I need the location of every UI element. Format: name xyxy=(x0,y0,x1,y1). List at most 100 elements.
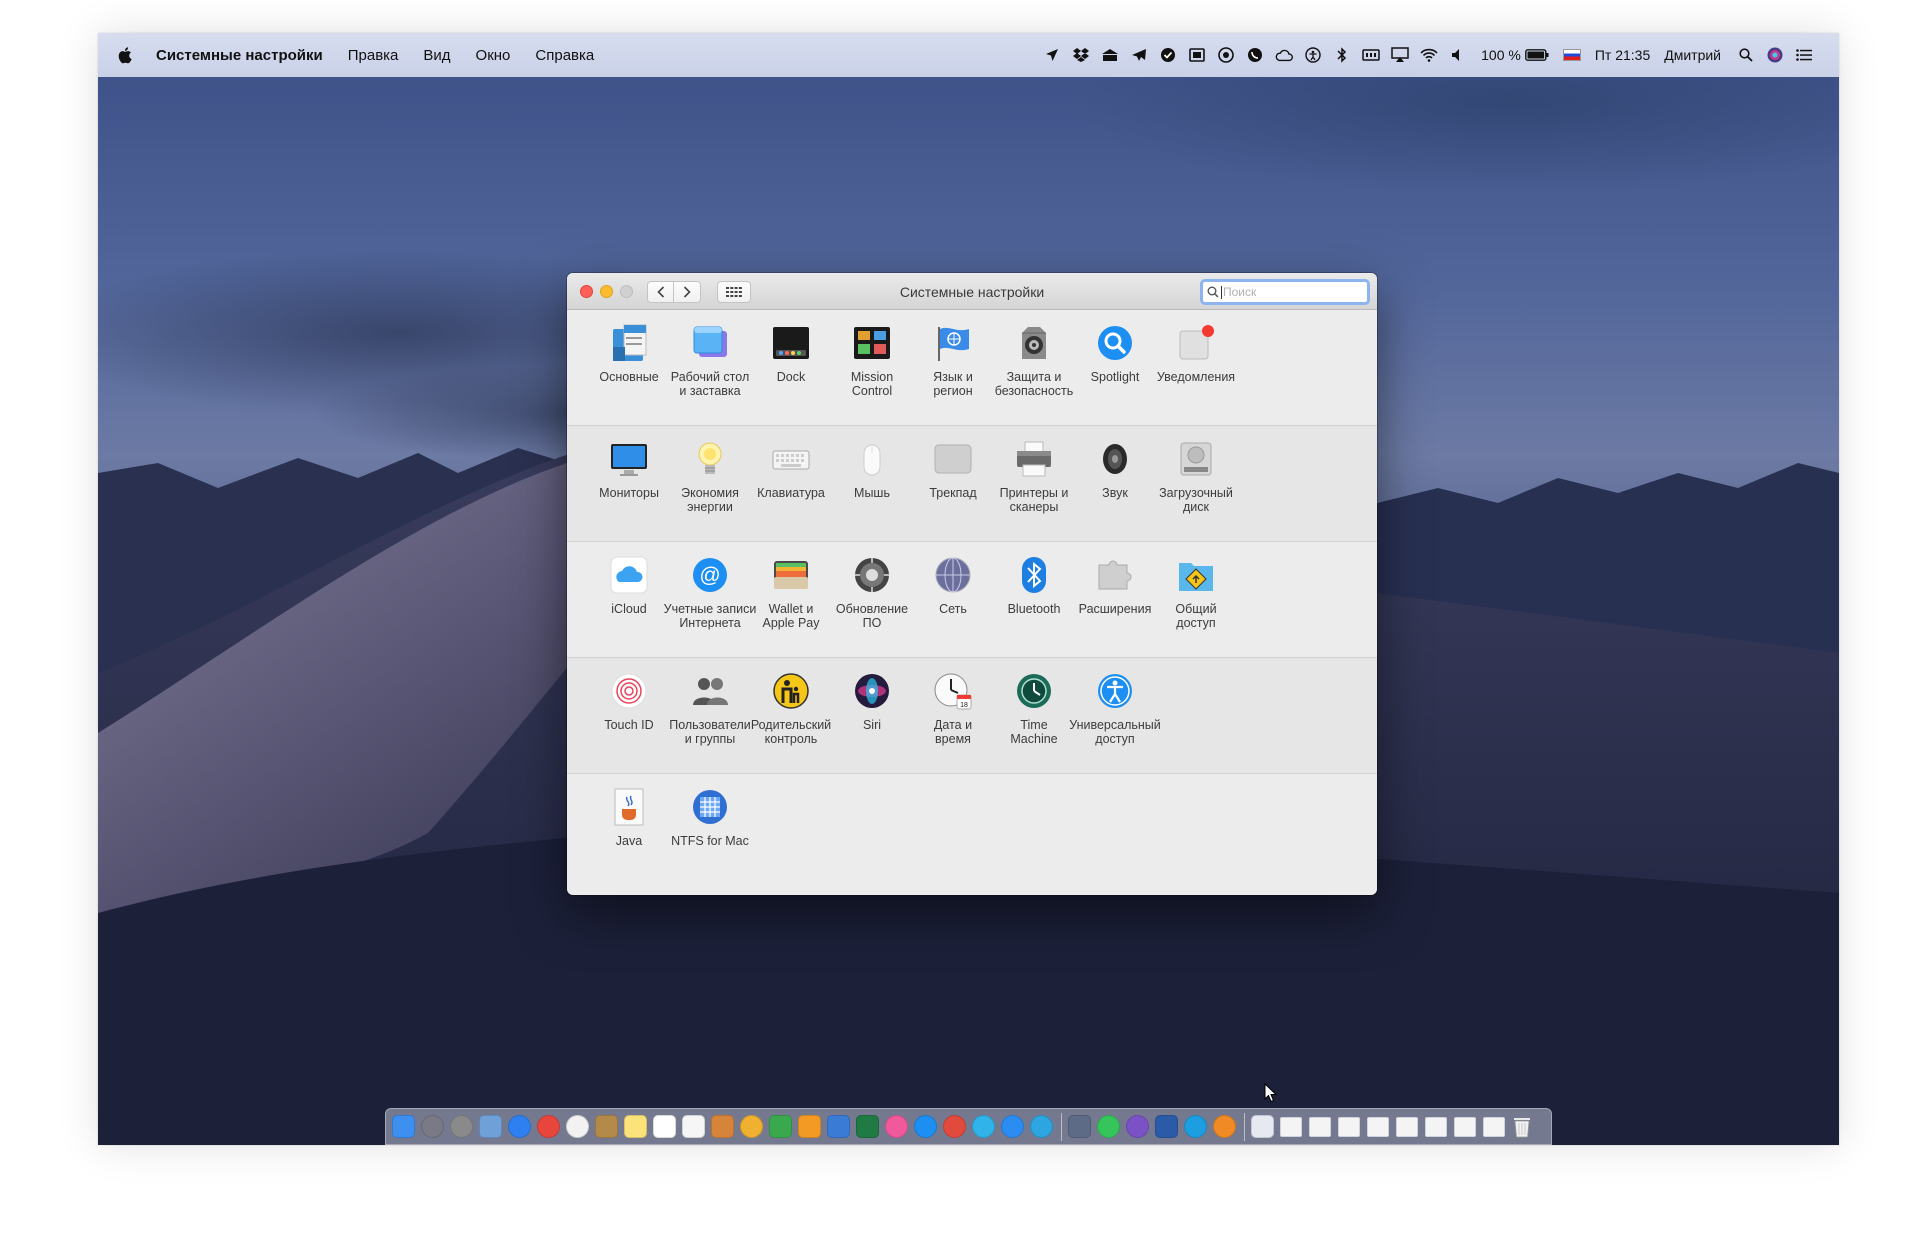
dock-minimized-window[interactable] xyxy=(1483,1116,1505,1137)
check-badge-icon[interactable] xyxy=(1159,46,1177,64)
launchpad-icon[interactable] xyxy=(421,1115,444,1138)
wifi-icon[interactable] xyxy=(1420,46,1438,64)
pane-row: iCloud @ Учетные записи Интернета Wallet и … xyxy=(567,542,1377,658)
bluetooth-icon xyxy=(1013,554,1055,596)
skype-icon[interactable] xyxy=(1184,1115,1207,1138)
yandex-browser-icon[interactable] xyxy=(566,1115,589,1138)
screen-record-icon[interactable] xyxy=(1188,46,1206,64)
pane-label: Обновление ПО xyxy=(835,602,909,630)
screenshot-icon[interactable] xyxy=(1068,1115,1091,1138)
pane-startup-disk[interactable]: Загрузочный диск xyxy=(1146,438,1246,514)
pane-accessibility[interactable]: Универсальный доступ xyxy=(1065,670,1165,746)
cloud-sync-icon[interactable] xyxy=(1275,46,1294,64)
menu-bar: Системные настройки Правка Вид Окно Спра… xyxy=(98,33,1839,77)
siri-menu-icon[interactable] xyxy=(1766,46,1784,64)
airplay-icon[interactable] xyxy=(1391,46,1409,64)
app-store-icon[interactable] xyxy=(914,1115,937,1138)
notes-icon[interactable] xyxy=(624,1115,647,1138)
messages-icon[interactable] xyxy=(1001,1115,1024,1138)
photos-icon[interactable] xyxy=(740,1115,763,1138)
document-icon[interactable] xyxy=(1251,1115,1274,1138)
sync-circle-icon[interactable] xyxy=(1217,46,1235,64)
menu-view[interactable]: Вид xyxy=(423,47,450,64)
keynote-icon[interactable] xyxy=(827,1115,850,1138)
desktop-screensaver-icon xyxy=(689,322,731,364)
volume-icon[interactable] xyxy=(1449,46,1467,64)
pane-ntfs[interactable]: NTFS for Mac xyxy=(660,786,760,848)
system-preferences-window: Системные настройки Поиск Основные Рабочи… xyxy=(567,273,1377,895)
books-icon[interactable] xyxy=(711,1115,734,1138)
wallet-icon xyxy=(770,554,812,596)
search-placeholder: Поиск xyxy=(1223,285,1257,299)
menu-window[interactable]: Окно xyxy=(476,47,511,64)
tool-icon[interactable] xyxy=(943,1115,966,1138)
pane-label: Загрузочный диск xyxy=(1159,486,1233,514)
pane-label: Bluetooth xyxy=(1007,602,1061,616)
time-machine-icon xyxy=(1013,670,1055,712)
viber-menu-icon[interactable] xyxy=(1246,46,1264,64)
telegram-menu-icon[interactable] xyxy=(1130,46,1148,64)
apple-menu-icon[interactable] xyxy=(118,46,134,64)
reminders-icon[interactable] xyxy=(682,1115,705,1138)
numbers-icon[interactable] xyxy=(769,1115,792,1138)
pane-label: Родительский контроль xyxy=(750,718,832,746)
notification-center-icon[interactable] xyxy=(1795,46,1813,64)
pane-notifications[interactable]: Уведомления xyxy=(1146,322,1246,384)
notifications-icon xyxy=(1175,322,1217,364)
archive-icon[interactable] xyxy=(1101,46,1119,64)
mouse-icon xyxy=(851,438,893,480)
battery-percent: 100 % xyxy=(1481,47,1521,63)
viber-icon[interactable] xyxy=(1126,1115,1149,1138)
itunes-icon[interactable] xyxy=(885,1115,908,1138)
pane-label: Java xyxy=(615,834,643,848)
excel-icon[interactable] xyxy=(856,1115,879,1138)
mouse-cursor-icon xyxy=(1264,1083,1278,1103)
language-region-icon xyxy=(932,322,974,364)
dock-minimized-window[interactable] xyxy=(1425,1116,1447,1137)
input-source-flag[interactable] xyxy=(1562,49,1581,61)
software-update-icon xyxy=(851,554,893,596)
menu-edit[interactable]: Правка xyxy=(348,47,399,64)
dropbox-icon[interactable] xyxy=(1072,46,1090,64)
preference-panes: Основные Рабочий стол и заставка Dock Missi… xyxy=(567,310,1377,890)
trash-icon[interactable] xyxy=(1512,1115,1535,1138)
dock-minimized-window[interactable] xyxy=(1396,1116,1418,1137)
pane-row: Touch ID Пользователи и группы Родительски… xyxy=(567,658,1377,774)
pane-label: Spotlight xyxy=(1090,370,1140,384)
search-field[interactable]: Поиск xyxy=(1200,279,1370,305)
dock-minimized-window[interactable] xyxy=(1309,1116,1331,1137)
user-name[interactable]: Дмитрий xyxy=(1664,47,1721,63)
pages-icon[interactable] xyxy=(798,1115,821,1138)
clock[interactable]: Пт 21:35 xyxy=(1595,47,1650,63)
telegram-icon[interactable] xyxy=(1030,1115,1053,1138)
pane-sharing[interactable]: Общий доступ xyxy=(1146,554,1246,630)
menu-app-name[interactable]: Системные настройки xyxy=(156,47,323,64)
word-icon[interactable] xyxy=(1155,1115,1178,1138)
bluetooth-menu-icon[interactable] xyxy=(1333,46,1351,64)
preview-icon[interactable] xyxy=(479,1115,502,1138)
pane-label: Трекпад xyxy=(929,486,977,500)
bitrix24-icon[interactable] xyxy=(972,1115,995,1138)
dock-minimized-window[interactable] xyxy=(1338,1116,1360,1137)
accessibility-menu-icon[interactable] xyxy=(1304,46,1322,64)
chrome-icon[interactable] xyxy=(537,1115,560,1138)
search-icon[interactable] xyxy=(1737,46,1755,64)
ibooks-icon[interactable] xyxy=(1213,1115,1236,1138)
dock-minimized-window[interactable] xyxy=(1454,1116,1476,1137)
dock xyxy=(385,1108,1552,1145)
dock-minimized-window[interactable] xyxy=(1367,1116,1389,1137)
system-preferences-icon[interactable] xyxy=(450,1115,473,1138)
menu-help[interactable]: Справка xyxy=(535,47,594,64)
safari-icon[interactable] xyxy=(508,1115,531,1138)
location-arrow-icon[interactable] xyxy=(1043,46,1061,64)
finder-icon[interactable] xyxy=(392,1115,415,1138)
whatsapp-icon[interactable] xyxy=(1097,1115,1120,1138)
touch-id-icon xyxy=(608,670,650,712)
battery-icon[interactable] xyxy=(1524,46,1549,64)
calendar-icon[interactable] xyxy=(653,1115,676,1138)
notefile-icon[interactable] xyxy=(595,1115,618,1138)
memory-icon[interactable] xyxy=(1362,46,1380,64)
window-titlebar[interactable]: Системные настройки Поиск xyxy=(567,273,1377,310)
pane-label: Сеть xyxy=(939,602,967,616)
dock-minimized-window[interactable] xyxy=(1280,1116,1302,1137)
